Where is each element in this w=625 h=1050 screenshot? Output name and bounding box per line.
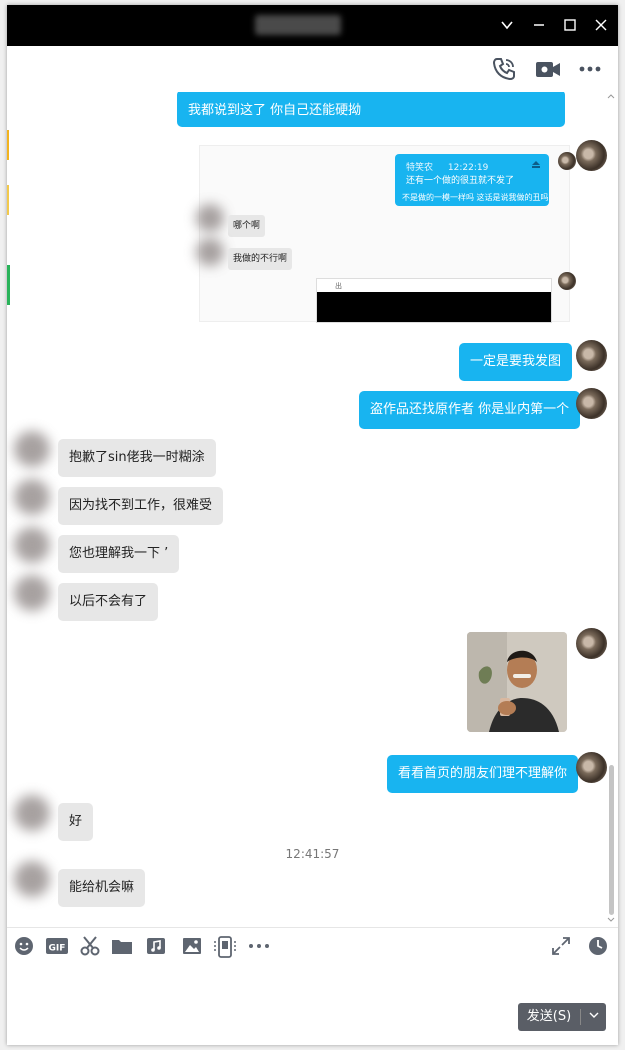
- message-text: 您也理解我一下 ’: [69, 546, 169, 561]
- message-text: 一定是要我发图: [470, 354, 562, 369]
- scroll-up-icon[interactable]: [607, 93, 615, 99]
- screenshot-line1: 还有一个做的很丑就不发了: [406, 176, 515, 186]
- dropdown-button[interactable]: [495, 13, 519, 37]
- expand-icon[interactable]: [550, 935, 574, 959]
- screenshot-time: 12:22:19: [447, 163, 489, 173]
- avatar[interactable]: [576, 388, 607, 419]
- title-bar[interactable]: [7, 5, 618, 46]
- history-icon[interactable]: [587, 935, 611, 959]
- message-text: 能给机会嘛: [69, 880, 135, 895]
- message-bubble-incoming[interactable]: 抱歉了sin佬我一时糊涂: [58, 439, 216, 477]
- avatar-blurred[interactable]: [14, 795, 50, 831]
- chevron-down-icon: [589, 1012, 598, 1018]
- message-bubble-incoming[interactable]: 您也理解我一下 ’: [58, 535, 180, 573]
- message-input[interactable]: [7, 967, 618, 1007]
- message-text: 因为找不到工作，很难受: [69, 498, 213, 513]
- folder-icon[interactable]: [111, 935, 135, 959]
- close-icon: [595, 19, 607, 31]
- minimize-button[interactable]: [527, 13, 551, 37]
- message-bubble-incoming[interactable]: 因为找不到工作，很难受: [58, 487, 224, 525]
- chat-header-actions: [7, 46, 618, 92]
- message-bubble-outgoing[interactable]: 看看首页的朋友们理不理解你: [387, 755, 579, 793]
- message-text: 好: [69, 814, 83, 829]
- message-bubble-outgoing[interactable]: 盗作品还找原作者 你是业内第一个: [359, 391, 581, 429]
- message-bubble-outgoing[interactable]: 我都说到这了 你自己还能硬拗: [177, 92, 565, 127]
- phone-screenshot-icon[interactable]: [213, 935, 237, 959]
- input-toolbar: GIF: [7, 929, 618, 967]
- avatar-blurred[interactable]: [14, 431, 50, 467]
- avatar-blurred[interactable]: [14, 575, 50, 611]
- phone-icon[interactable]: [491, 56, 519, 84]
- gif-icon[interactable]: GIF: [45, 935, 69, 959]
- avatar[interactable]: [576, 628, 607, 659]
- message-text: 盗作品还找原作者 你是业内第一个: [370, 402, 570, 417]
- scissors-icon[interactable]: [79, 935, 103, 959]
- input-divider: [7, 927, 618, 928]
- photo-message[interactable]: [467, 632, 567, 732]
- timestamp: 12:41:57: [285, 847, 340, 861]
- message-bubble-outgoing[interactable]: 一定是要我发图: [459, 343, 573, 381]
- message-text: 以后不会有了: [69, 594, 148, 609]
- more-icon[interactable]: [577, 56, 605, 84]
- image-icon[interactable]: [181, 935, 205, 959]
- screenshot-avatar: [558, 272, 576, 290]
- avatar[interactable]: [576, 752, 607, 783]
- message-text: 我都说到这了 你自己还能硬拗: [188, 103, 362, 118]
- screenshot-avatar: [558, 152, 576, 170]
- send-label[interactable]: 发送(S): [518, 1003, 580, 1031]
- music-icon[interactable]: [145, 935, 169, 959]
- screenshot-nested-window: 出: [316, 278, 552, 323]
- avatar-blurred[interactable]: [14, 527, 50, 563]
- screenshot-incoming2: 我做的不行啊: [228, 248, 293, 270]
- screenshot-line2: 不是做的一模一样吗 这话是说我做的丑吗: [402, 193, 549, 202]
- screenshot-image-message[interactable]: 特笑农 12:22:19 还有一个做的很丑就不发了 不是做的一模一样吗 这话是说…: [196, 145, 576, 323]
- message-list[interactable]: 我都说到这了 你自己还能硬拗 特笑农 12:22:19 还有一个做的很丑就不发了…: [7, 92, 618, 926]
- close-button[interactable]: [589, 13, 613, 37]
- screenshot-sender: 特笑农: [406, 163, 434, 173]
- contact-name-blurred: [255, 15, 341, 35]
- person-photo-icon: [467, 632, 567, 732]
- scrollbar-thumb[interactable]: [609, 765, 614, 915]
- message-text: 看看首页的朋友们理不理解你: [398, 766, 568, 781]
- send-button[interactable]: 发送(S): [518, 1003, 606, 1031]
- maximize-button[interactable]: [558, 13, 582, 37]
- message-text: 抱歉了sin佬我一时糊涂: [69, 450, 205, 465]
- message-bubble-incoming[interactable]: 以后不会有了: [58, 583, 159, 621]
- avatar[interactable]: [576, 140, 607, 171]
- screenshot-incoming1: 哪个啊: [228, 215, 266, 237]
- video-call-icon[interactable]: [534, 56, 562, 84]
- avatar-blurred[interactable]: [14, 861, 50, 897]
- more-icon[interactable]: [247, 935, 271, 959]
- scroll-down-icon[interactable]: [607, 917, 615, 923]
- svg-text:GIF: GIF: [49, 944, 66, 954]
- minimize-icon: [534, 24, 544, 26]
- chevron-down-icon: [501, 21, 513, 30]
- chat-window: 我都说到这了 你自己还能硬拗 特笑农 12:22:19 还有一个做的很丑就不发了…: [7, 5, 618, 1045]
- pin-icon: [532, 161, 540, 168]
- message-bubble-incoming[interactable]: 能给机会嘛: [58, 869, 146, 907]
- screenshot-window-label: 出: [335, 282, 342, 290]
- maximize-icon: [564, 19, 576, 31]
- emoji-icon[interactable]: [13, 935, 37, 959]
- send-options-button[interactable]: [581, 1003, 606, 1031]
- avatar[interactable]: [576, 340, 607, 371]
- screenshot-bubble: 特笑农 12:22:19 还有一个做的很丑就不发了 不是做的一模一样吗 这话是说…: [395, 154, 549, 206]
- message-bubble-incoming[interactable]: 好: [58, 803, 94, 841]
- avatar-blurred[interactable]: [14, 479, 50, 515]
